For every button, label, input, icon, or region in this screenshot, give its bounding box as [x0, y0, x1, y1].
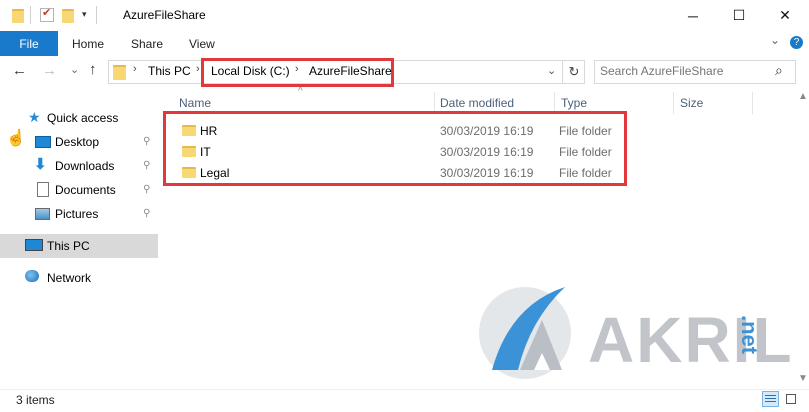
tab-view[interactable]: View [189, 31, 215, 56]
address-dropdown-button[interactable]: ⌄ [547, 64, 556, 77]
properties-icon[interactable]: ✔ [40, 7, 54, 22]
breadcrumb-local-disk[interactable]: Local Disk (C:) [211, 64, 290, 78]
pictures-icon [35, 208, 50, 220]
folder-icon [182, 146, 196, 157]
breadcrumb-this-pc[interactable]: This PC [148, 64, 191, 78]
sidebar-item-downloads[interactable]: ⬇ Downloads ⚲ [0, 154, 158, 178]
table-row[interactable]: Legal 30/03/2019 16:19 File folder [170, 163, 620, 183]
sidebar-item-documents[interactable]: Documents ⚲ [0, 178, 158, 202]
sidebar-item-pictures[interactable]: Pictures ⚲ [0, 202, 158, 226]
item-count: 3 items [16, 393, 55, 407]
customize-toolbar-icon[interactable]: ▾ [82, 9, 87, 20]
file-name: HR [200, 124, 218, 138]
tab-file[interactable]: File [0, 31, 58, 56]
sidebar-item-label: Documents [55, 183, 116, 197]
sidebar-item-label: Pictures [55, 207, 99, 221]
file-name: Legal [200, 166, 230, 180]
sidebar-item-quick-access[interactable]: ★ Quick access [0, 106, 158, 130]
sidebar-item-desktop[interactable]: Desktop ⚲ [0, 130, 158, 154]
sidebar-item-label: Quick access [47, 111, 119, 125]
large-icons-view-icon [786, 394, 796, 404]
help-icon: ? [793, 37, 800, 48]
star-icon: ★ [28, 109, 41, 125]
file-date: 30/03/2019 16:19 [440, 166, 534, 180]
folder-icon [182, 167, 196, 178]
sidebar-item-label: Network [47, 271, 92, 285]
close-button[interactable]: ✕ [762, 0, 808, 31]
column-header-type[interactable]: Type [561, 96, 587, 110]
column-header-name[interactable]: Name [179, 96, 211, 110]
computer-icon [25, 239, 43, 251]
pin-icon: ⚲ [143, 160, 151, 171]
new-folder-icon[interactable] [62, 9, 74, 23]
sidebar-item-network[interactable]: Network [0, 266, 158, 290]
folder-icon [182, 125, 196, 136]
up-button[interactable]: ↑ [89, 61, 97, 78]
quick-access-toolbar: ✔ ▾ [8, 6, 108, 24]
pin-icon: ⚲ [143, 136, 151, 147]
download-arrow-icon: ⬇ [34, 156, 47, 173]
column-divider[interactable] [673, 92, 674, 114]
maximize-button[interactable]: ☐ [716, 0, 762, 31]
network-icon [25, 270, 39, 282]
table-row[interactable]: IT 30/03/2019 16:19 File folder [170, 142, 620, 162]
tab-share[interactable]: Share [131, 31, 163, 56]
breadcrumb-separator-icon: › [295, 63, 299, 75]
app-folder-icon [12, 9, 24, 23]
file-name: IT [200, 145, 211, 159]
search-input[interactable] [600, 62, 770, 80]
documents-icon [37, 182, 49, 197]
pin-icon: ⚲ [143, 208, 151, 219]
search-icon[interactable]: ⌕ [775, 62, 783, 79]
help-button[interactable]: ? [790, 36, 803, 49]
watermark-tld-text: .net [737, 315, 762, 355]
desktop-icon [35, 136, 51, 148]
pin-icon: ⚲ [143, 184, 151, 195]
refresh-button[interactable]: ↻ [562, 60, 585, 84]
file-type: File folder [559, 124, 612, 138]
file-date: 30/03/2019 16:19 [440, 124, 534, 138]
back-button[interactable]: ← [12, 62, 27, 79]
column-header-date[interactable]: Date modified [440, 96, 514, 110]
sidebar-item-label: This PC [47, 239, 90, 253]
ribbon-bar [0, 31, 809, 57]
breadcrumb-separator-icon: › [133, 63, 137, 75]
status-bar [0, 389, 809, 412]
ribbon-collapse-button[interactable]: ⌄ [770, 33, 780, 47]
window-title: AzureFileShare [123, 8, 206, 22]
details-view-button[interactable] [762, 391, 779, 407]
column-header-size[interactable]: Size [680, 96, 703, 110]
file-type: File folder [559, 166, 612, 180]
sort-indicator-icon: ^ [298, 86, 303, 97]
forward-button[interactable]: → [42, 62, 57, 79]
minimize-button[interactable]: ─ [670, 0, 716, 31]
breadcrumb-azurefileshare[interactable]: AzureFileShare [309, 64, 392, 78]
akril-watermark-logo: AKRIL .net [470, 275, 800, 385]
sidebar-item-label: Downloads [55, 159, 115, 173]
tab-home[interactable]: Home [72, 31, 104, 56]
sidebar-item-this-pc[interactable]: This PC [0, 234, 158, 258]
location-folder-icon [113, 65, 126, 80]
breadcrumb-separator-icon: › [196, 63, 200, 75]
scroll-up-icon[interactable]: ▲ [798, 91, 808, 102]
table-row[interactable]: HR 30/03/2019 16:19 File folder [170, 121, 620, 141]
details-view-icon [765, 395, 776, 403]
watermark-brand-text: AKRIL [588, 304, 794, 376]
file-type: File folder [559, 145, 612, 159]
sidebar-item-label: Desktop [55, 135, 100, 149]
large-icons-view-button[interactable] [783, 391, 800, 407]
column-divider[interactable] [752, 92, 753, 114]
file-date: 30/03/2019 16:19 [440, 145, 534, 159]
refresh-icon: ↻ [568, 64, 580, 79]
recent-locations-button[interactable]: ⌄ [70, 63, 79, 76]
